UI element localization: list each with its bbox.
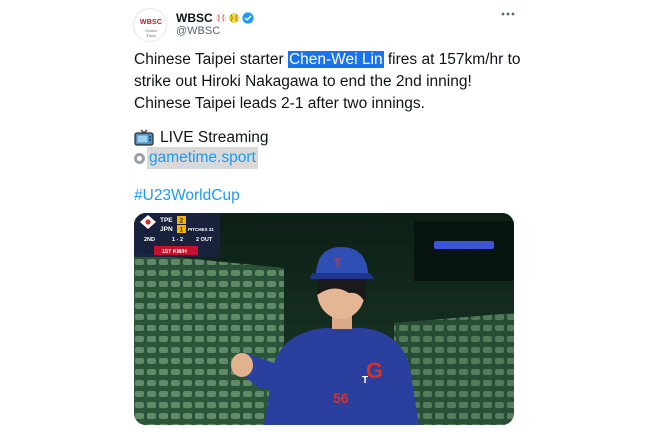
live-streaming-label: LIVE Streaming [160,129,269,146]
gametime-link[interactable]: gametime.sport [147,147,258,169]
scorebug-team2-score: 1 [180,227,184,234]
author-name-row: WBSC [176,10,254,26]
svg-text:G: G [366,358,383,383]
selected-text: Chen-Wei Lin [287,51,384,68]
svg-text:T: T [334,256,342,270]
hashtag-link[interactable]: #U23WorldCup [134,185,240,207]
jersey-number: 56 [333,390,349,406]
verified-icon [242,12,254,24]
avatar[interactable]: WBSC Game Time [133,8,167,42]
display-name[interactable]: WBSC [176,11,213,25]
tweet-text: Chinese Taipei starter Chen-Wei Lin fire… [134,49,524,115]
scorebug-team1: TPE [160,217,173,224]
tweet-text-line: Chinese Taipei starter Chen-Wei Lin fire… [134,51,521,68]
tv-icon [134,129,154,146]
more-icon[interactable] [496,5,520,23]
link-icon [134,152,145,164]
scorebug-pitches: PITCHES 31 [188,227,214,232]
tweet-text-line: Chinese Taipei leads 2-1 after two innin… [134,95,425,112]
avatar-logo-subtext: Game Time [145,28,157,38]
live-streaming-row: LIVE Streaming [134,127,269,149]
scorebug-count: 1 - 2 [172,237,183,243]
svg-text:T: T [362,375,368,386]
tweet-card: WBSC Game Time WBSC @WBSC Chinese Taipei… [0,0,650,433]
tweet-text-line: strike out Hiroki Nakagawa to end the 2n… [134,73,472,90]
scorebug-speed: 157 KM/H [162,249,187,255]
scorebug-outs: 2 OUT [196,237,213,243]
scorebug-team1-score: 2 [180,218,184,225]
link-row: gametime.sport [134,147,258,169]
scorebug-inning: 2ND [144,237,155,243]
media-image[interactable]: T G T 56 TPE 2 JPN 1 PITCHES 31 2ND 1 - … [134,213,514,425]
softball-icon [228,13,239,23]
handle[interactable]: @WBSC [176,25,220,37]
avatar-logo-text: WBSC [139,19,163,26]
scorebug-team2: JPN [160,226,173,233]
baseball-icon [215,13,226,23]
scorebug: TPE 2 JPN 1 PITCHES 31 2ND 1 - 2 2 OUT 1… [134,213,220,257]
